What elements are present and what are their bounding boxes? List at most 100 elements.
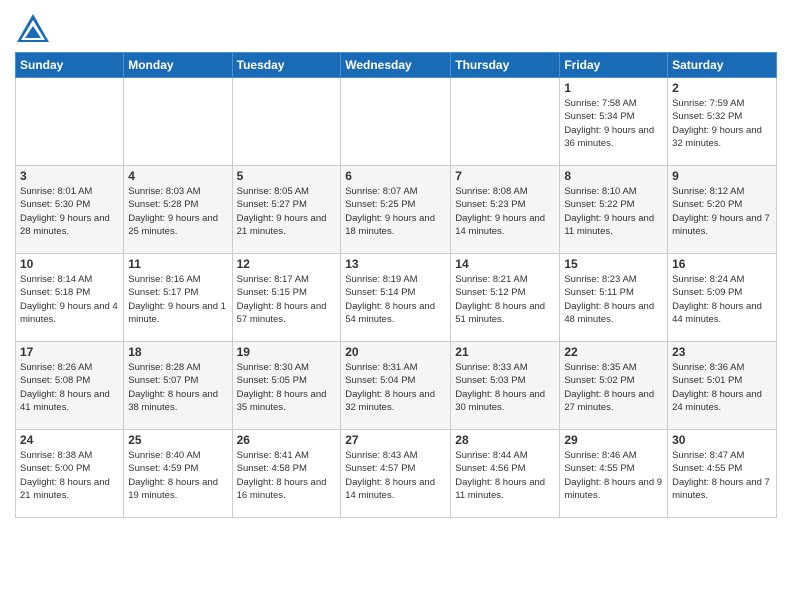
calendar-cell: 3 Sunrise: 8:01 AM Sunset: 5:30 PM Daylig…	[16, 166, 124, 254]
calendar-cell	[451, 78, 560, 166]
day-number: 14	[455, 257, 555, 271]
logo	[15, 10, 55, 46]
day-number: 28	[455, 433, 555, 447]
calendar-cell	[16, 78, 124, 166]
day-info: Sunrise: 8:19 AM Sunset: 5:14 PM Dayligh…	[345, 273, 446, 326]
calendar-cell: 7 Sunrise: 8:08 AM Sunset: 5:23 PM Daylig…	[451, 166, 560, 254]
calendar-header-monday: Monday	[124, 53, 232, 78]
calendar-cell: 17 Sunrise: 8:26 AM Sunset: 5:08 PM Dayli…	[16, 342, 124, 430]
day-info: Sunrise: 7:58 AM Sunset: 5:34 PM Dayligh…	[564, 97, 663, 150]
day-info: Sunrise: 8:05 AM Sunset: 5:27 PM Dayligh…	[237, 185, 337, 238]
day-number: 9	[672, 169, 772, 183]
calendar-cell: 16Sunrise: 8:24 AM Sunset: 5:09 PM Dayli…	[668, 254, 777, 342]
day-info: Sunrise: 8:46 AM Sunset: 4:55 PM Dayligh…	[564, 449, 663, 502]
day-number: 1	[564, 81, 663, 95]
calendar-cell: 24Sunrise: 8:38 AM Sunset: 5:00 PM Dayli…	[16, 430, 124, 518]
day-info: Sunrise: 8:14 AM Sunset: 5:18 PM Dayligh…	[20, 273, 119, 326]
calendar-week-1: 1 Sunrise: 7:58 AM Sunset: 5:34 PM Daylig…	[16, 78, 777, 166]
day-number: 6	[345, 169, 446, 183]
calendar-cell: 10 Sunrise: 8:14 AM Sunset: 5:18 PM Dayli…	[16, 254, 124, 342]
calendar-cell: 2 Sunrise: 7:59 AM Sunset: 5:32 PM Daylig…	[668, 78, 777, 166]
page-container: SundayMondayTuesdayWednesdayThursdayFrid…	[0, 0, 792, 528]
calendar: SundayMondayTuesdayWednesdayThursdayFrid…	[15, 52, 777, 518]
calendar-header-friday: Friday	[560, 53, 668, 78]
day-number: 7	[455, 169, 555, 183]
calendar-cell	[124, 78, 232, 166]
calendar-cell: 26Sunrise: 8:41 AM Sunset: 4:58 PM Dayli…	[232, 430, 341, 518]
day-info: Sunrise: 8:16 AM Sunset: 5:17 PM Dayligh…	[128, 273, 227, 326]
day-info: Sunrise: 8:01 AM Sunset: 5:30 PM Dayligh…	[20, 185, 119, 238]
day-info: Sunrise: 8:38 AM Sunset: 5:00 PM Dayligh…	[20, 449, 119, 502]
header	[15, 10, 777, 46]
day-number: 20	[345, 345, 446, 359]
day-info: Sunrise: 7:59 AM Sunset: 5:32 PM Dayligh…	[672, 97, 772, 150]
day-number: 29	[564, 433, 663, 447]
calendar-cell: 6 Sunrise: 8:07 AM Sunset: 5:25 PM Daylig…	[341, 166, 451, 254]
calendar-header-saturday: Saturday	[668, 53, 777, 78]
day-number: 25	[128, 433, 227, 447]
calendar-cell: 5 Sunrise: 8:05 AM Sunset: 5:27 PM Daylig…	[232, 166, 341, 254]
day-info: Sunrise: 8:36 AM Sunset: 5:01 PM Dayligh…	[672, 361, 772, 414]
calendar-week-2: 3 Sunrise: 8:01 AM Sunset: 5:30 PM Daylig…	[16, 166, 777, 254]
day-info: Sunrise: 8:23 AM Sunset: 5:11 PM Dayligh…	[564, 273, 663, 326]
day-info: Sunrise: 8:08 AM Sunset: 5:23 PM Dayligh…	[455, 185, 555, 238]
calendar-cell: 27 Sunrise: 8:43 AM Sunset: 4:57 PM Dayli…	[341, 430, 451, 518]
calendar-week-5: 24Sunrise: 8:38 AM Sunset: 5:00 PM Dayli…	[16, 430, 777, 518]
calendar-cell	[232, 78, 341, 166]
calendar-cell	[341, 78, 451, 166]
calendar-cell: 22 Sunrise: 8:35 AM Sunset: 5:02 PM Dayli…	[560, 342, 668, 430]
calendar-header-thursday: Thursday	[451, 53, 560, 78]
day-number: 5	[237, 169, 337, 183]
day-number: 12	[237, 257, 337, 271]
day-number: 2	[672, 81, 772, 95]
day-info: Sunrise: 8:28 AM Sunset: 5:07 PM Dayligh…	[128, 361, 227, 414]
calendar-cell: 28Sunrise: 8:44 AM Sunset: 4:56 PM Dayli…	[451, 430, 560, 518]
calendar-cell: 30 Sunrise: 8:47 AM Sunset: 4:55 PM Dayli…	[668, 430, 777, 518]
calendar-cell: 21 Sunrise: 8:33 AM Sunset: 5:03 PM Dayli…	[451, 342, 560, 430]
day-info: Sunrise: 8:10 AM Sunset: 5:22 PM Dayligh…	[564, 185, 663, 238]
day-number: 23	[672, 345, 772, 359]
calendar-cell: 11Sunrise: 8:16 AM Sunset: 5:17 PM Dayli…	[124, 254, 232, 342]
day-info: Sunrise: 8:24 AM Sunset: 5:09 PM Dayligh…	[672, 273, 772, 326]
day-number: 17	[20, 345, 119, 359]
calendar-cell: 13 Sunrise: 8:19 AM Sunset: 5:14 PM Dayli…	[341, 254, 451, 342]
day-info: Sunrise: 8:40 AM Sunset: 4:59 PM Dayligh…	[128, 449, 227, 502]
day-info: Sunrise: 8:47 AM Sunset: 4:55 PM Dayligh…	[672, 449, 772, 502]
day-info: Sunrise: 8:35 AM Sunset: 5:02 PM Dayligh…	[564, 361, 663, 414]
calendar-header-sunday: Sunday	[16, 53, 124, 78]
day-info: Sunrise: 8:17 AM Sunset: 5:15 PM Dayligh…	[237, 273, 337, 326]
calendar-cell: 4Sunrise: 8:03 AM Sunset: 5:28 PM Daylig…	[124, 166, 232, 254]
day-number: 8	[564, 169, 663, 183]
day-number: 13	[345, 257, 446, 271]
calendar-cell: 15 Sunrise: 8:23 AM Sunset: 5:11 PM Dayli…	[560, 254, 668, 342]
day-number: 19	[237, 345, 337, 359]
day-info: Sunrise: 8:41 AM Sunset: 4:58 PM Dayligh…	[237, 449, 337, 502]
calendar-header-tuesday: Tuesday	[232, 53, 341, 78]
day-info: Sunrise: 8:21 AM Sunset: 5:12 PM Dayligh…	[455, 273, 555, 326]
calendar-cell: 29 Sunrise: 8:46 AM Sunset: 4:55 PM Dayli…	[560, 430, 668, 518]
calendar-cell: 25 Sunrise: 8:40 AM Sunset: 4:59 PM Dayli…	[124, 430, 232, 518]
day-number: 22	[564, 345, 663, 359]
day-number: 30	[672, 433, 772, 447]
day-number: 15	[564, 257, 663, 271]
day-number: 3	[20, 169, 119, 183]
day-number: 27	[345, 433, 446, 447]
day-number: 21	[455, 345, 555, 359]
day-info: Sunrise: 8:30 AM Sunset: 5:05 PM Dayligh…	[237, 361, 337, 414]
day-number: 10	[20, 257, 119, 271]
calendar-cell: 1 Sunrise: 7:58 AM Sunset: 5:34 PM Daylig…	[560, 78, 668, 166]
calendar-cell: 12 Sunrise: 8:17 AM Sunset: 5:15 PM Dayli…	[232, 254, 341, 342]
day-number: 18	[128, 345, 227, 359]
calendar-cell: 9 Sunrise: 8:12 AM Sunset: 5:20 PM Daylig…	[668, 166, 777, 254]
day-info: Sunrise: 8:33 AM Sunset: 5:03 PM Dayligh…	[455, 361, 555, 414]
day-info: Sunrise: 8:12 AM Sunset: 5:20 PM Dayligh…	[672, 185, 772, 238]
calendar-cell: 18 Sunrise: 8:28 AM Sunset: 5:07 PM Dayli…	[124, 342, 232, 430]
day-info: Sunrise: 8:43 AM Sunset: 4:57 PM Dayligh…	[345, 449, 446, 502]
day-info: Sunrise: 8:31 AM Sunset: 5:04 PM Dayligh…	[345, 361, 446, 414]
calendar-week-3: 10 Sunrise: 8:14 AM Sunset: 5:18 PM Dayli…	[16, 254, 777, 342]
calendar-cell: 8 Sunrise: 8:10 AM Sunset: 5:22 PM Daylig…	[560, 166, 668, 254]
day-info: Sunrise: 8:07 AM Sunset: 5:25 PM Dayligh…	[345, 185, 446, 238]
day-info: Sunrise: 8:26 AM Sunset: 5:08 PM Dayligh…	[20, 361, 119, 414]
day-number: 4	[128, 169, 227, 183]
logo-icon	[15, 10, 51, 46]
